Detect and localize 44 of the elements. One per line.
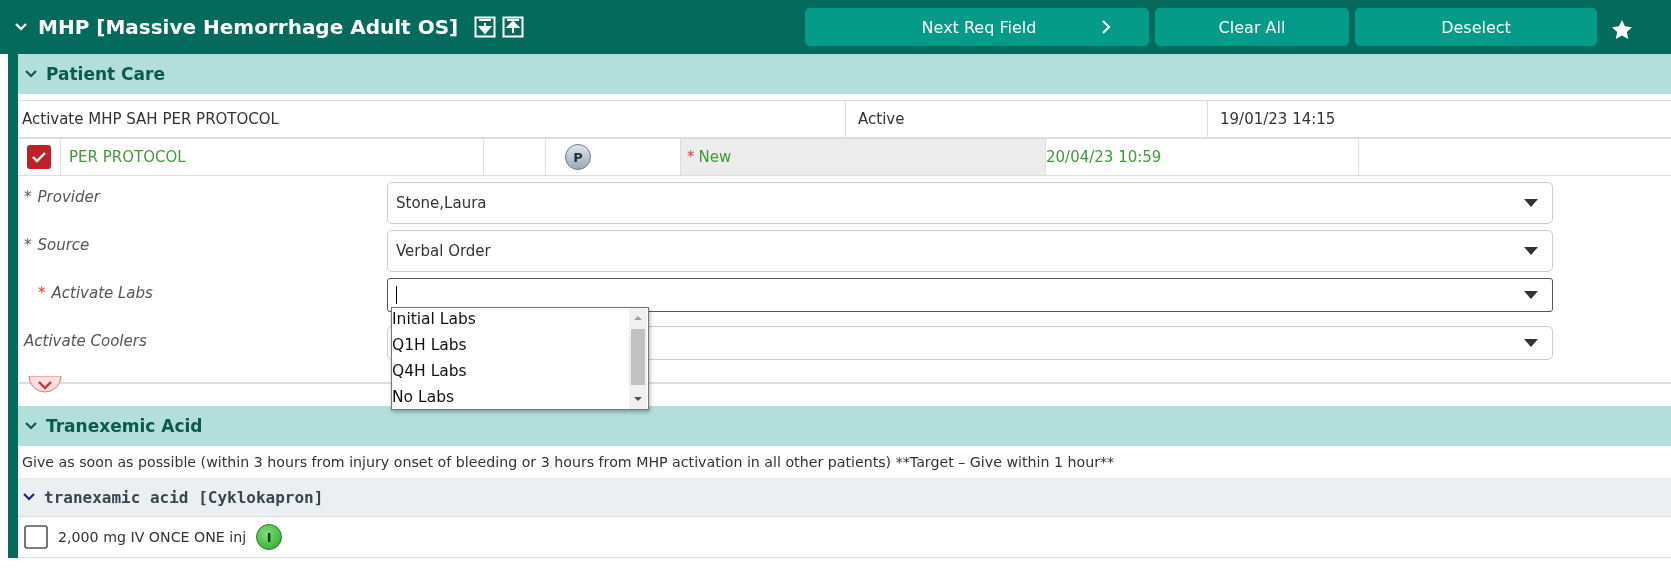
- chevron-right-icon: [1101, 19, 1111, 35]
- dropdown-option[interactable]: Q1H Labs: [392, 332, 628, 358]
- order-status: New: [698, 148, 732, 166]
- order-sentence: 2,000 mg IV ONCE ONE inj: [58, 529, 247, 545]
- section-title: Tranexemic Acid: [46, 416, 203, 436]
- order-type-badge: I: [256, 524, 283, 550]
- dropdown-arrow-icon[interactable]: [1524, 199, 1538, 207]
- field-label: Provider: [37, 188, 100, 206]
- upload-icon[interactable]: [502, 16, 525, 38]
- collapse-chevron-icon[interactable]: [24, 69, 38, 79]
- table-cell: 19/01/23 14:15: [1207, 101, 1671, 137]
- dropdown-arrow-icon[interactable]: [1524, 247, 1538, 255]
- dropdown-option[interactable]: No Labs: [392, 384, 628, 410]
- dropdown-arrow-icon[interactable]: [1524, 339, 1538, 347]
- dropdown-option[interactable]: Q4H Labs: [392, 358, 628, 384]
- section-title: Patient Care: [46, 64, 165, 84]
- download-icon[interactable]: [474, 16, 497, 38]
- required-marker: *: [24, 236, 32, 254]
- favorite-star-icon[interactable]: [1611, 19, 1633, 41]
- order-type-badge: P: [565, 144, 591, 170]
- dropdown-field[interactable]: Verbal Order: [387, 230, 1553, 272]
- table-cell-text: Activate MHP SAH PER PROTOCOL: [21, 109, 280, 130]
- required-marker: *: [687, 148, 695, 166]
- dropdown-arrow-icon[interactable]: [1524, 291, 1538, 299]
- field-value: Verbal Order: [396, 242, 491, 260]
- instruction-text: Give as soon as possible (within 3 hours from injury onset of bleeding or 3 hours from MHP activation in all other patients) **Target – Give within 1 hour**: [21, 453, 1116, 472]
- collapse-chevron-icon[interactable]: [24, 421, 38, 431]
- order-name: PER PROTOCOL: [69, 148, 186, 166]
- table-cell: Active: [845, 101, 1207, 137]
- field-label: Source: [37, 236, 90, 254]
- field-label: Activate Coolers: [24, 332, 147, 350]
- required-marker: *: [38, 284, 46, 302]
- medication-title: tranexamic acid [Cyklokapron]: [44, 487, 324, 507]
- field-value: Stone,Laura: [396, 194, 487, 212]
- checkbox[interactable]: [24, 525, 48, 549]
- collapse-chevron-icon[interactable]: [22, 492, 36, 502]
- order-date: 20/04/23 10:59: [1046, 148, 1162, 166]
- dropdown-field[interactable]: Stone,Laura: [387, 182, 1553, 224]
- required-marker: *: [24, 188, 32, 206]
- text-cursor: [396, 286, 397, 304]
- order-set-title: MHP [Massive Hemorrhage Adult OS]: [38, 15, 459, 39]
- field-label: Activate Labs: [51, 284, 153, 302]
- checked-checkbox[interactable]: [27, 145, 51, 169]
- dropdown-option[interactable]: Initial Labs: [392, 306, 628, 332]
